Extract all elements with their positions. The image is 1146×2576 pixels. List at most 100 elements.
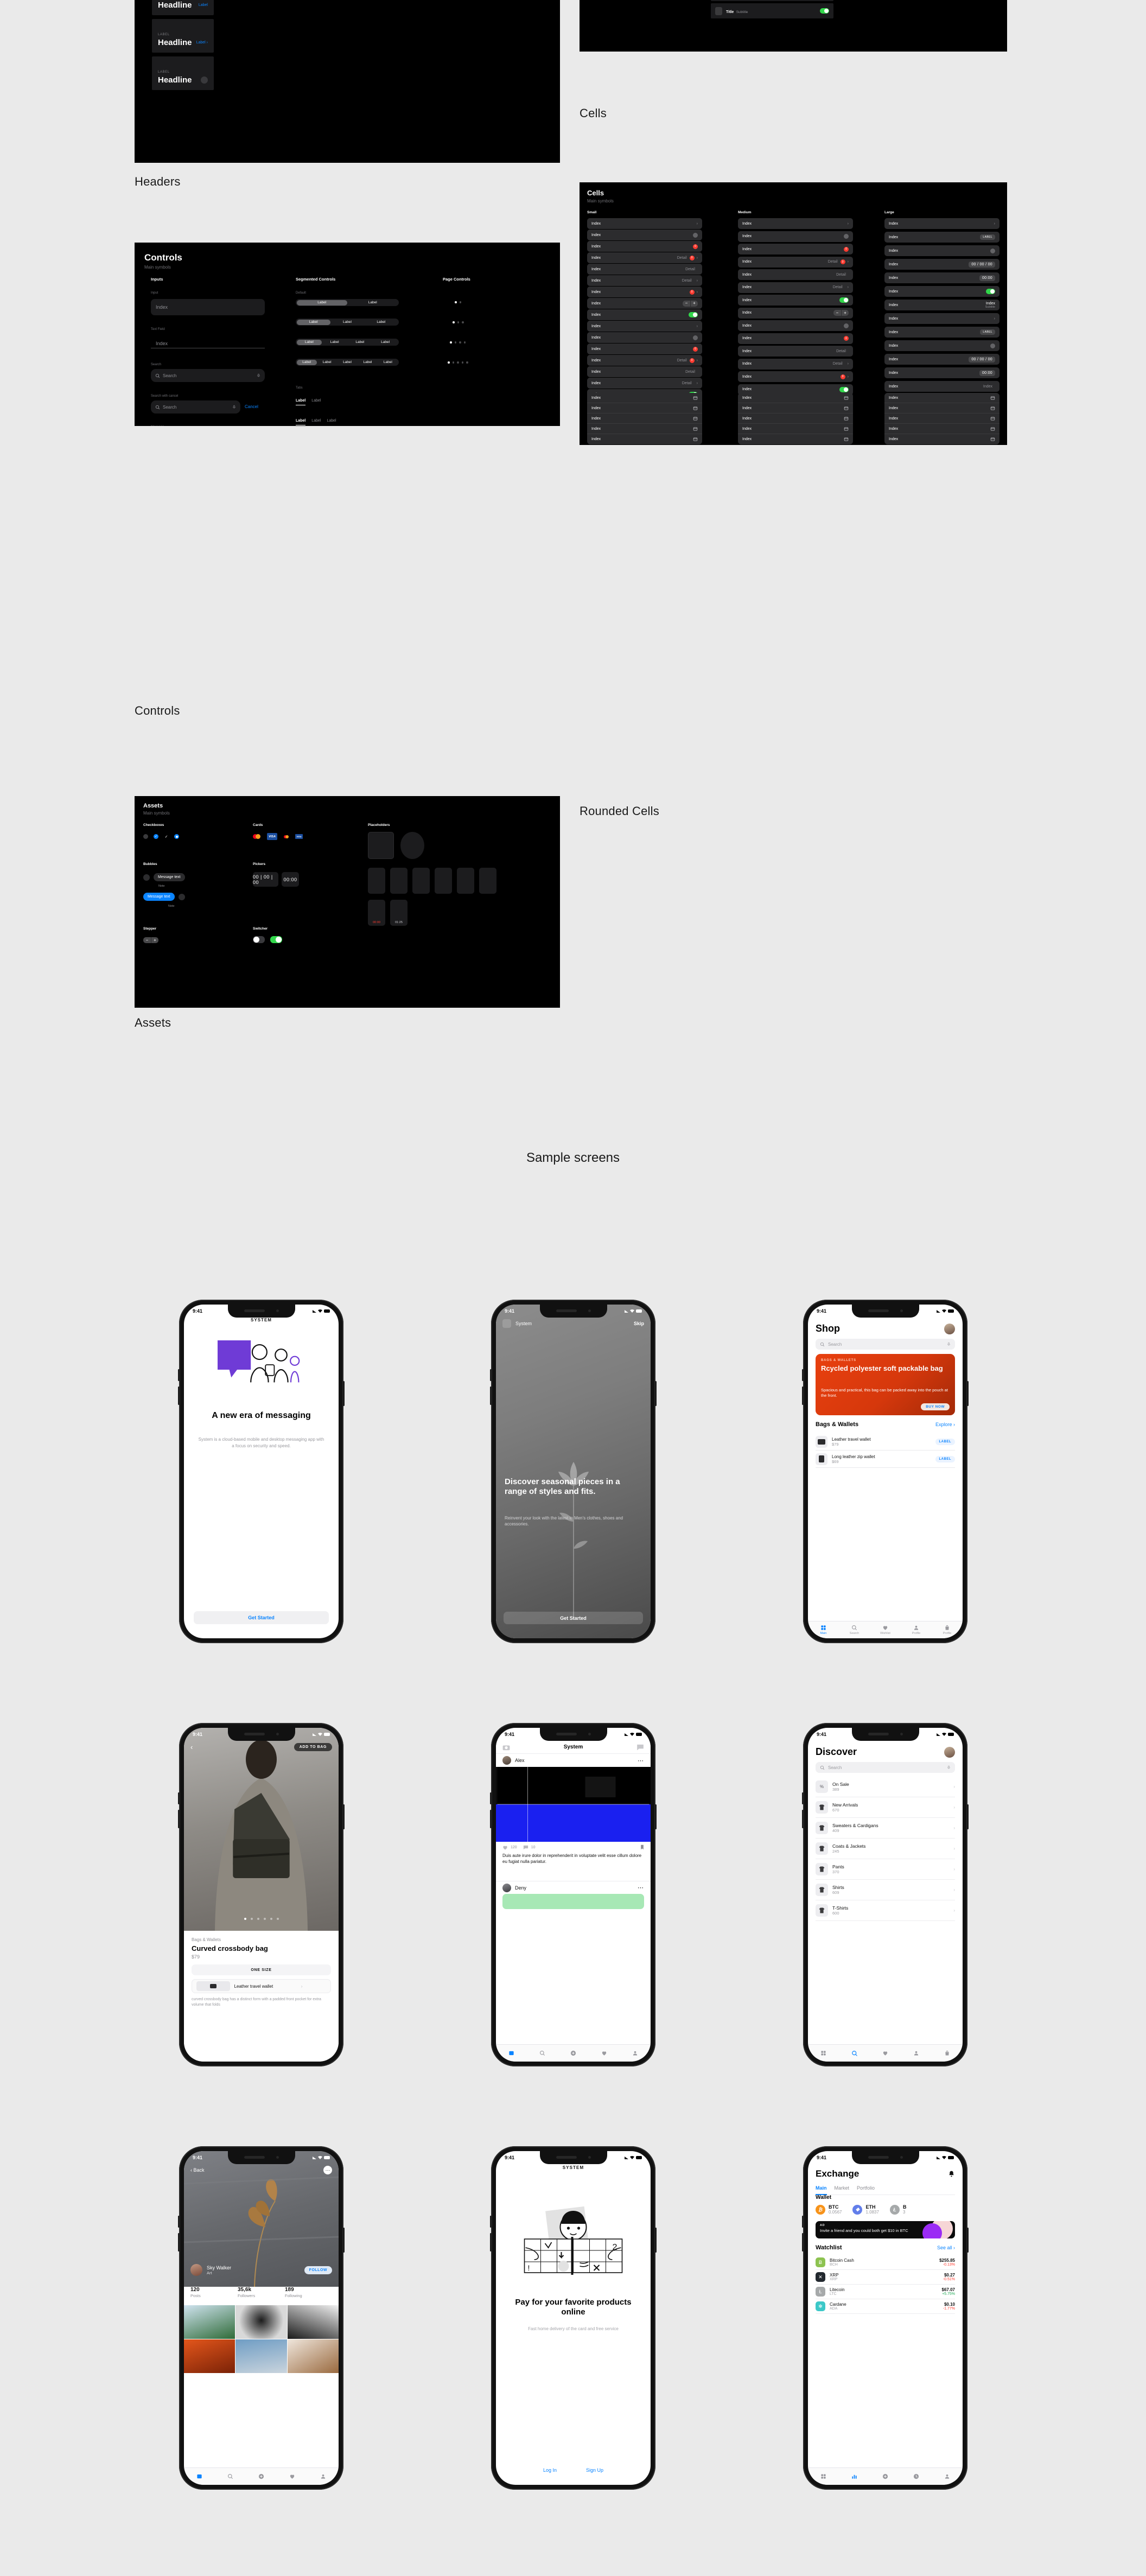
see-all-link[interactable]: See all › [937, 2245, 955, 2250]
tab-main[interactable] [808, 2045, 839, 2062]
more-options-icon[interactable]: ⋯ [323, 2166, 332, 2174]
rounded-cell[interactable]: Index › [587, 218, 702, 229]
grouped-cell-row[interactable]: Index [884, 393, 999, 403]
segment-option[interactable]: Label [373, 340, 398, 345]
power-button[interactable] [967, 1804, 969, 1829]
more-options-icon[interactable]: ⋯ [638, 1884, 644, 1891]
tab-feed[interactable] [496, 2045, 527, 2062]
rounded-cell[interactable]: Index Detail › [738, 358, 853, 370]
rounded-cell[interactable]: Index Detail › [587, 275, 702, 286]
bookmark-icon[interactable] [640, 1844, 644, 1850]
message-icon[interactable] [636, 1744, 644, 1751]
grouped-cell-row[interactable]: Index [587, 393, 702, 403]
segmented-control[interactable]: Label Label Label Label [296, 339, 399, 346]
follow-button[interactable]: FOLLOW [304, 2266, 332, 2274]
explore-link[interactable]: Explore › [935, 1422, 955, 1427]
segment-option[interactable]: Label [337, 360, 357, 365]
power-button[interactable] [655, 1381, 657, 1406]
volume-down-button[interactable] [802, 1810, 804, 1828]
grouped-cell-row[interactable]: Index [884, 434, 999, 444]
tab-item[interactable]: Label [311, 419, 321, 425]
buy-now-button[interactable]: BUY NOW [921, 1403, 950, 1410]
tab-item[interactable]: Label [327, 419, 336, 425]
segment-option[interactable]: Label [296, 359, 317, 365]
page-control[interactable] [453, 321, 464, 323]
get-started-button[interactable]: Get Started [504, 1612, 643, 1624]
grid-photo[interactable] [287, 2305, 339, 2339]
more-options-icon[interactable]: ⋯ [638, 1757, 644, 1764]
stepper-increment[interactable]: + [151, 937, 158, 943]
rounded-cell[interactable]: Index 00:00 [884, 367, 999, 378]
tab-wishlist[interactable] [870, 2045, 901, 2062]
grid-photo[interactable] [235, 2339, 287, 2373]
tab-profile[interactable] [932, 2468, 963, 2485]
volume-up-button[interactable] [802, 1369, 804, 1381]
rounded-cell[interactable]: Index [884, 340, 999, 351]
cancel-button[interactable]: Cancel [245, 404, 258, 409]
grouped-cell-row[interactable]: Index [884, 403, 999, 414]
grouped-cell-row[interactable]: Index [738, 424, 853, 434]
watchlist-row[interactable]: ✻ Cardane ADA $0.10 -1.77% [816, 2299, 955, 2314]
avatar[interactable] [201, 77, 208, 84]
post-media[interactable] [496, 1767, 651, 1842]
product-row[interactable]: Long leather zip wallet $69 LABEL [816, 1451, 955, 1468]
camera-icon[interactable] [502, 1744, 510, 1751]
segment-option[interactable]: Label [358, 360, 378, 365]
search-input[interactable]: Search [151, 369, 265, 382]
grid-photo[interactable] [184, 2305, 235, 2339]
grouped-cell-row[interactable]: Index [587, 434, 702, 444]
switcher-group[interactable] [253, 936, 282, 943]
power-button[interactable] [655, 2228, 657, 2253]
rounded-cell[interactable]: Index Index Subtitle [884, 300, 999, 310]
category-row[interactable]: Sweaters & Cardigans 409 › [816, 1818, 955, 1839]
category-row[interactable]: New Arrivals 670 › [816, 1797, 955, 1818]
volume-down-button[interactable] [178, 1386, 180, 1405]
rounded-cell[interactable]: Index 0 [587, 344, 702, 354]
rounded-cell[interactable]: Index 0 [738, 333, 853, 344]
post-media-preview[interactable] [502, 1894, 644, 1909]
rounded-cell[interactable]: Index [738, 231, 853, 242]
category-row[interactable]: Coats & Jackets 245 › [816, 1839, 955, 1859]
rounded-cell[interactable]: Index › [738, 218, 853, 229]
checkbox-checked[interactable]: ✓ [154, 834, 158, 839]
segmented-control[interactable]: Label Label Label Label Label [296, 359, 399, 366]
rounded-cell[interactable]: Index 0 › [587, 287, 702, 297]
category-row[interactable]: Shirts 609 › [816, 1880, 955, 1900]
tab-profile[interactable]: Profile [901, 1621, 932, 1638]
rounded-cell[interactable]: Index Detail [587, 366, 702, 377]
switch-on[interactable] [270, 936, 282, 943]
page-control[interactable] [450, 341, 466, 344]
segment-option[interactable]: Label [347, 340, 373, 345]
volume-up-button[interactable] [802, 2216, 804, 2228]
tab-search[interactable] [839, 2045, 870, 2062]
product-row[interactable]: Leather travel wallet $79 LABEL [816, 1433, 955, 1451]
stepper[interactable]: − + [833, 310, 849, 316]
tab-item[interactable]: Label [296, 399, 306, 405]
checkbox-unchecked[interactable] [143, 834, 148, 839]
stepper[interactable]: − + [683, 300, 698, 307]
wallet-item[interactable]: Ł B 3 [889, 2204, 906, 2215]
segment-option[interactable]: Label [347, 300, 398, 306]
volume-up-button[interactable] [178, 1792, 180, 1804]
tab-profile[interactable] [308, 2468, 339, 2485]
rounded-cell[interactable]: Index Detail [738, 346, 853, 357]
skip-button[interactable]: Skip [634, 1321, 644, 1326]
switch-toggle[interactable] [839, 297, 849, 303]
tab-item[interactable]: Label [296, 419, 306, 425]
segment-option[interactable]: Label [296, 300, 347, 306]
rounded-cell[interactable]: Index Detail › [738, 282, 853, 293]
back-button[interactable]: ‹ Back [190, 2167, 205, 2173]
volume-up-button[interactable] [490, 1369, 492, 1381]
grouped-cell-row[interactable]: Index [738, 403, 853, 414]
watchlist-row[interactable]: Ƀ Bitcoin Cash BCH $255.85 -0.13% [816, 2255, 955, 2270]
header-action-link[interactable]: Label [199, 3, 208, 7]
add-to-bag-button[interactable]: ADD TO BAG [294, 1743, 332, 1751]
post-author-row[interactable]: Deny ⋯ [496, 1881, 651, 1894]
get-started-button[interactable]: Get Started [194, 1611, 329, 1624]
avatar[interactable] [844, 323, 849, 328]
checkmark-icon[interactable]: ✓ [164, 834, 169, 839]
switch-toggle[interactable] [986, 289, 995, 294]
category-row[interactable]: Pants 370 › [816, 1859, 955, 1880]
volume-down-button[interactable] [178, 2233, 180, 2251]
watchlist-row[interactable]: ✕ XRP XRP $0.27 -0.51% [816, 2270, 955, 2285]
